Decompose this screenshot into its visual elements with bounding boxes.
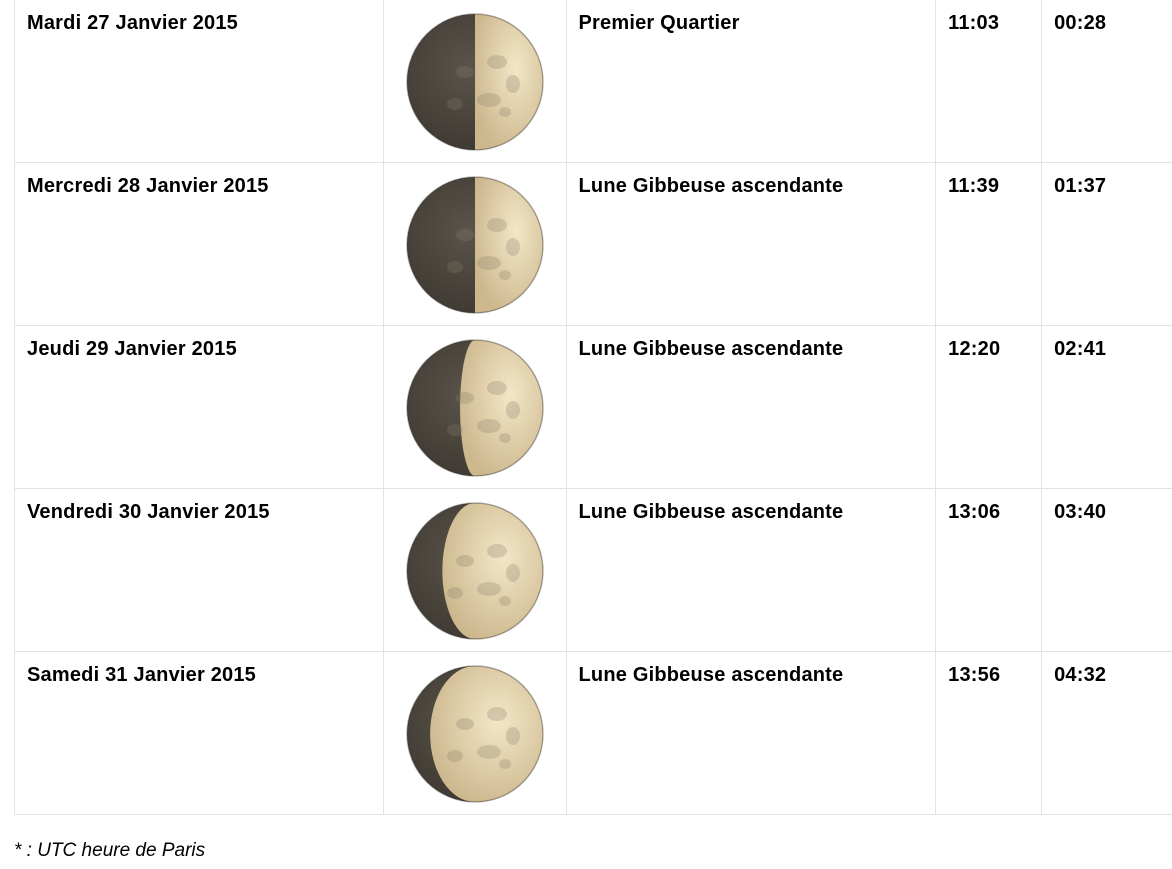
moonrise-time: 13:56 xyxy=(948,664,1001,686)
moonrise-time: 11:39 xyxy=(948,175,1000,197)
moonrise-cell: 11:39 xyxy=(935,162,1042,326)
moonrise-cell: 12:20 xyxy=(935,325,1042,489)
table-row: Jeudi 29 Janvier 2015 Lune Gibbeuse ascen… xyxy=(14,325,1172,489)
phase-label: Premier Quartier xyxy=(578,12,740,34)
phase-label: Lune Gibbeuse ascendante xyxy=(578,501,844,523)
moon-phase-icon xyxy=(384,326,566,478)
moonrise-time: 13:06 xyxy=(948,501,1001,523)
moonset-time: 04:32 xyxy=(1054,664,1107,686)
moonset-cell: 02:41 xyxy=(1041,325,1172,489)
moonrise-cell: 13:56 xyxy=(935,651,1042,815)
moon-phase-icon xyxy=(384,652,566,804)
date-label: Vendredi 30 Janvier 2015 xyxy=(27,501,270,523)
phase-cell: Lune Gibbeuse ascendante xyxy=(565,488,936,652)
footnote: * : UTC heure de Paris xyxy=(14,840,206,861)
date-label: Samedi 31 Janvier 2015 xyxy=(27,664,256,686)
table-row: Samedi 31 Janvier 2015 Lune Gibbeuse asce… xyxy=(14,651,1172,815)
date-cell: Vendredi 30 Janvier 2015 xyxy=(14,488,384,652)
date-cell: Mardi 27 Janvier 2015 xyxy=(14,0,384,163)
moonrise-cell: 11:03 xyxy=(935,0,1042,163)
date-label: Jeudi 29 Janvier 2015 xyxy=(27,338,237,360)
moon-image-cell xyxy=(382,488,566,652)
moon-image-cell xyxy=(382,325,566,489)
moonrise-time: 11:03 xyxy=(948,12,1000,34)
phase-cell: Premier Quartier xyxy=(565,0,936,163)
moon-phase-icon xyxy=(384,163,566,315)
moonset-time: 01:37 xyxy=(1054,175,1107,197)
table-row: Mercredi 28 Janvier 2015 Lune Gibbeuse as… xyxy=(14,162,1172,326)
phase-label: Lune Gibbeuse ascendante xyxy=(578,175,844,197)
moonrise-cell: 13:06 xyxy=(935,488,1042,652)
phase-cell: Lune Gibbeuse ascendante xyxy=(565,325,936,489)
date-cell: Jeudi 29 Janvier 2015 xyxy=(14,325,384,489)
date-label: Mardi 27 Janvier 2015 xyxy=(27,12,238,34)
moon-image-cell xyxy=(382,0,566,163)
moonset-cell: 03:40 xyxy=(1041,488,1172,652)
moon-image-cell xyxy=(382,162,566,326)
date-label: Mercredi 28 Janvier 2015 xyxy=(27,175,269,197)
phase-cell: Lune Gibbeuse ascendante xyxy=(565,162,936,326)
moonrise-time: 12:20 xyxy=(948,338,1001,360)
moon-phase-icon xyxy=(384,0,566,152)
phase-label: Lune Gibbeuse ascendante xyxy=(578,664,844,686)
date-cell: Samedi 31 Janvier 2015 xyxy=(14,651,384,815)
date-cell: Mercredi 28 Janvier 2015 xyxy=(14,162,384,326)
table-row: Vendredi 30 Janvier 2015 Lune Gibbeuse as… xyxy=(14,488,1172,652)
table-row: Mardi 27 Janvier 2015 Premier Quartier 11:… xyxy=(14,0,1172,163)
moon-phase-icon xyxy=(384,489,566,641)
moonset-cell: 01:37 xyxy=(1041,162,1172,326)
moonset-cell: 04:32 xyxy=(1041,651,1172,815)
phase-label: Lune Gibbeuse ascendante xyxy=(578,338,844,360)
moonset-time: 03:40 xyxy=(1054,501,1107,523)
moon-phase-table: Mardi 27 Janvier 2015 Premier Quartier 11:… xyxy=(14,0,1172,815)
moon-image-cell xyxy=(382,651,566,815)
phase-cell: Lune Gibbeuse ascendante xyxy=(565,651,936,815)
moonset-cell: 00:28 xyxy=(1041,0,1172,163)
moonset-time: 02:41 xyxy=(1054,338,1107,360)
moonset-time: 00:28 xyxy=(1054,12,1107,34)
